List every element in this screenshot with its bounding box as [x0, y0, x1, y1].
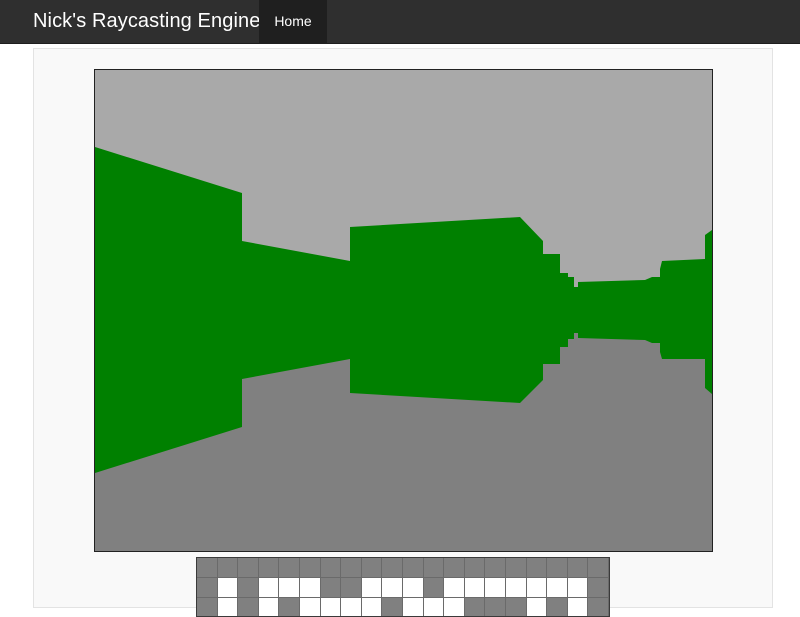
nav-home-link[interactable]: Home: [259, 0, 327, 44]
minimap: [196, 557, 610, 617]
minimap-wall-cell: [485, 598, 506, 616]
minimap-open-cell: [506, 578, 527, 598]
minimap-wall-cell: [238, 578, 259, 598]
top-navbar: Nick's Raycasting Engine Home: [0, 0, 800, 44]
minimap-wall-cell: [588, 598, 609, 616]
minimap-wall-cell: [341, 578, 362, 598]
minimap-open-cell: [485, 578, 506, 598]
minimap-wall-cell: [464, 598, 486, 616]
minimap-open-cell: [526, 598, 548, 616]
minimap-wall-cell: [526, 558, 548, 578]
minimap-open-cell: [403, 598, 424, 616]
wall-left-near: [95, 147, 242, 473]
minimap-wall-cell: [506, 558, 527, 578]
minimap-open-cell: [361, 598, 383, 616]
minimap-wall-cell: [320, 578, 342, 598]
minimap-open-cell: [526, 578, 548, 598]
minimap-open-cell: [567, 578, 589, 598]
minimap-open-cell: [341, 598, 362, 616]
minimap-open-cell: [300, 578, 321, 598]
minimap-open-cell: [300, 598, 321, 616]
minimap-open-cell: [567, 598, 589, 616]
minimap-wall-cell: [320, 558, 342, 578]
minimap-open-cell: [361, 578, 383, 598]
wall-left-corridor: [242, 241, 350, 379]
minimap-wall-cell: [382, 558, 403, 578]
minimap-open-cell: [320, 598, 342, 616]
minimap-wall-cell: [300, 558, 321, 578]
wall-right-edge: [705, 230, 712, 394]
minimap-wall-cell: [279, 558, 300, 578]
minimap-wall-cell: [403, 558, 424, 578]
minimap-wall-cell: [217, 558, 239, 578]
minimap-wall-cell: [588, 578, 609, 598]
minimap-wall-cell: [506, 598, 527, 616]
minimap-open-cell: [217, 598, 239, 616]
minimap-wall-cell: [197, 578, 218, 598]
minimap-wall-cell: [588, 558, 609, 578]
minimap-open-cell: [444, 598, 465, 616]
brand-title[interactable]: Nick's Raycasting Engine: [33, 9, 260, 33]
minimap-wall-cell: [258, 558, 280, 578]
minimap-wall-cell: [567, 558, 589, 578]
minimap-wall-cell: [279, 598, 300, 616]
minimap-open-cell: [382, 578, 403, 598]
minimap-wall-cell: [238, 558, 259, 578]
minimap-open-cell: [444, 578, 465, 598]
minimap-wall-cell: [444, 558, 465, 578]
minimap-wall-cell: [382, 598, 403, 616]
minimap-wall-cell: [238, 598, 259, 616]
minimap-wall-cell: [547, 598, 568, 616]
raycast-scene: [95, 70, 712, 551]
minimap-open-cell: [464, 578, 486, 598]
minimap-open-cell: [258, 598, 280, 616]
minimap-wall-cell: [197, 558, 218, 578]
minimap-open-cell: [279, 578, 300, 598]
minimap-open-cell: [217, 578, 239, 598]
minimap-open-cell: [258, 578, 280, 598]
raycast-viewport[interactable]: [94, 69, 713, 552]
minimap-wall-cell: [361, 558, 383, 578]
minimap-wall-cell: [423, 578, 445, 598]
minimap-open-cell: [547, 578, 568, 598]
minimap-wall-cell: [485, 558, 506, 578]
minimap-wall-cell: [423, 558, 445, 578]
minimap-open-cell: [423, 598, 445, 616]
minimap-wall-cell: [547, 558, 568, 578]
minimap-open-cell: [403, 578, 424, 598]
minimap-wall-cell: [197, 598, 218, 616]
minimap-wall-cell: [464, 558, 486, 578]
minimap-wall-cell: [341, 558, 362, 578]
